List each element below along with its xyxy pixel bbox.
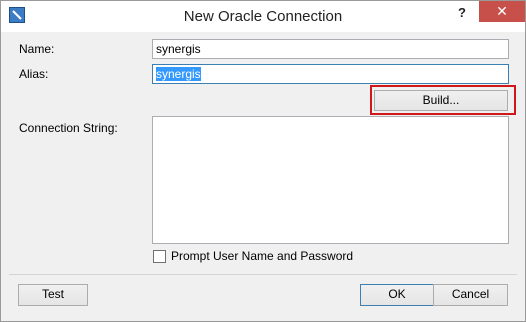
dialog-window: New Oracle Connection ? ✕ Name: synergis… [0,0,526,322]
alias-label: Alias: [19,67,49,81]
dialog-content: Name: synergis Alias: synergis Build... … [9,32,517,311]
alias-field[interactable]: synergis [152,64,509,84]
footer-divider [9,274,517,275]
prompt-credentials-label[interactable]: Prompt User Name and Password [171,249,353,263]
ok-button[interactable]: OK [360,284,434,306]
title-bar[interactable]: New Oracle Connection ? ✕ [1,1,525,32]
build-button[interactable]: Build... [374,90,508,111]
window-title: New Oracle Connection [183,8,343,25]
alias-field-selected-text: synergis [156,67,201,81]
help-button[interactable]: ? [451,2,473,24]
connection-string-field[interactable] [152,116,509,244]
name-field[interactable]: synergis [152,39,509,59]
test-button[interactable]: Test [18,284,88,306]
close-button[interactable]: ✕ [479,1,525,22]
prompt-credentials-checkbox[interactable] [153,250,166,263]
cancel-button[interactable]: Cancel [433,284,508,306]
connection-string-label: Connection String: [19,121,118,135]
name-label: Name: [19,42,55,56]
